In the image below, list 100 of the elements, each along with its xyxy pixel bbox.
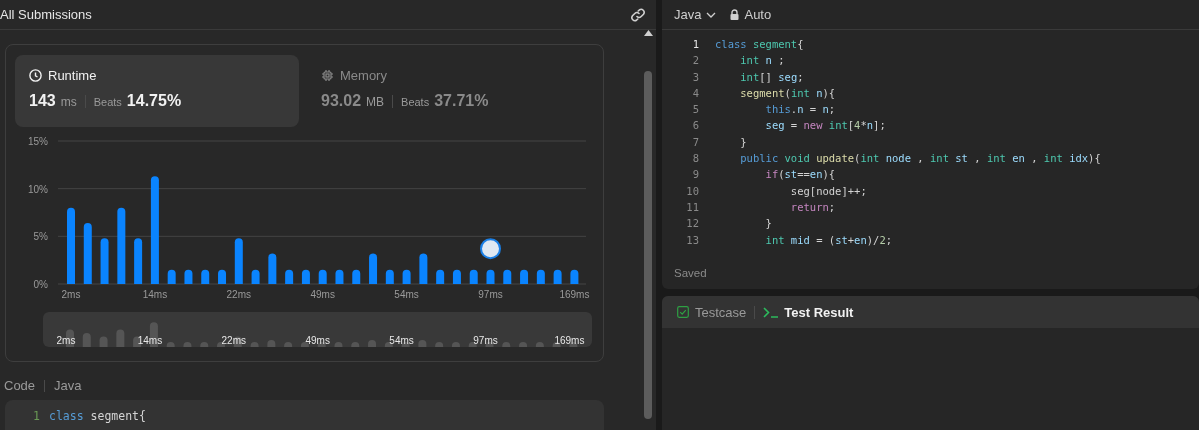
- save-status: Saved: [673, 267, 708, 281]
- beats-percent: 37.71%: [434, 92, 489, 110]
- bar[interactable]: [335, 269, 344, 284]
- code-line: class segment{: [715, 37, 804, 52]
- chevron-down-icon: [706, 11, 717, 18]
- link-icon[interactable]: [630, 6, 646, 23]
- axis-label: 169ms: [559, 289, 590, 300]
- axis-label: 54ms: [394, 289, 419, 300]
- bar[interactable]: [234, 238, 243, 284]
- navigator-label: 14ms: [137, 335, 163, 346]
- line-number: 13: [685, 232, 700, 248]
- code-line: public void update(int node , int st , int en , int idx){: [739, 151, 1101, 167]
- avatar: [480, 238, 501, 260]
- code-line: this.n = n;: [764, 102, 836, 118]
- language-label: Java: [54, 378, 82, 393]
- bar[interactable]: [318, 269, 327, 284]
- bar[interactable]: [83, 223, 92, 284]
- bar[interactable]: [570, 269, 579, 284]
- scroll-up-arrow-icon: [643, 30, 653, 36]
- bar[interactable]: [201, 269, 210, 284]
- line-number: 5: [691, 102, 700, 118]
- bar[interactable]: [251, 269, 260, 284]
- line-number: 2: [691, 53, 700, 69]
- clock-icon: [29, 69, 42, 82]
- code-line: int mid = (st+en)/2;: [764, 232, 893, 248]
- bar[interactable]: [134, 238, 143, 284]
- beats-label: Beats: [401, 96, 430, 108]
- bar[interactable]: [150, 176, 159, 284]
- stat-unit: MB: [366, 95, 385, 109]
- axis-label: 10%: [28, 183, 48, 195]
- bar[interactable]: [218, 269, 226, 284]
- stat-unit: ms: [60, 95, 77, 109]
- code-line: seg = new int[4*n];: [764, 118, 886, 134]
- bar[interactable]: [419, 253, 428, 284]
- line-number: 3: [691, 69, 700, 85]
- code-line: }: [764, 216, 772, 232]
- terminal-icon: [763, 306, 779, 318]
- stat-tab[interactable]: Runtime 143 ms Beats 14.75%: [15, 55, 299, 127]
- line-number: 1: [32, 409, 41, 423]
- code-line: seg[node]++;: [789, 183, 867, 199]
- axis-label: 49ms: [310, 289, 335, 300]
- bar[interactable]: [301, 269, 310, 284]
- code-line: if(st==en){: [764, 167, 836, 183]
- code-line: class segment{: [49, 409, 146, 423]
- navigator-label: 22ms: [221, 335, 247, 346]
- bar[interactable]: [352, 269, 361, 284]
- bar[interactable]: [520, 269, 529, 284]
- bar[interactable]: [553, 269, 562, 284]
- line-number: 1: [691, 37, 700, 52]
- axis-label: 15%: [28, 136, 48, 147]
- line-number: 7: [691, 134, 700, 150]
- navigator-label: 169ms: [554, 335, 585, 346]
- panel-title: All Submissions: [0, 7, 92, 22]
- bar[interactable]: [436, 269, 445, 284]
- bar[interactable]: [268, 253, 277, 284]
- navigator-label: 54ms: [389, 335, 414, 346]
- code-line: int[] seg;: [739, 69, 804, 85]
- stat-value: 143: [29, 92, 56, 110]
- bar[interactable]: [452, 269, 461, 284]
- bar[interactable]: [536, 269, 545, 284]
- bar[interactable]: [486, 269, 495, 284]
- navigator-label: 2ms: [56, 335, 76, 346]
- code-line: segment(int n){: [739, 85, 836, 101]
- axis-label: 14ms: [142, 289, 168, 300]
- axis-label: 0%: [33, 279, 48, 290]
- checkbox-icon: [677, 306, 689, 318]
- bar[interactable]: [184, 269, 193, 284]
- bar[interactable]: [369, 253, 378, 284]
- bar[interactable]: [402, 269, 411, 284]
- axis-label: 5%: [33, 231, 48, 243]
- mode-label: Auto: [744, 7, 772, 22]
- language-dropdown[interactable]: Java: [674, 7, 717, 22]
- line-number: 6: [691, 118, 700, 134]
- stat-label: Runtime: [48, 68, 97, 83]
- line-number: 12: [685, 216, 700, 232]
- axis-label: 2ms: [61, 289, 81, 300]
- bar[interactable]: [285, 269, 294, 284]
- code-line: return;: [789, 199, 836, 215]
- line-number: 11: [685, 199, 700, 215]
- panel-tab[interactable]: Test Result: [763, 304, 854, 320]
- line-number: 10: [685, 183, 700, 199]
- line-number: 4: [691, 85, 700, 101]
- code-line: int n ;: [739, 53, 785, 69]
- bar[interactable]: [503, 269, 512, 284]
- chip-icon: [321, 69, 334, 82]
- bar[interactable]: [469, 269, 478, 284]
- bar[interactable]: [385, 269, 394, 284]
- section-label: Code: [4, 378, 36, 393]
- scrollbar-thumb[interactable]: [644, 71, 652, 419]
- navigator-label: 97ms: [473, 335, 498, 346]
- range-navigator[interactable]: 2ms 14ms 22ms 49ms 54ms 97ms 169ms: [43, 312, 592, 347]
- bar[interactable]: [100, 238, 109, 284]
- stat-label: Memory: [340, 68, 387, 83]
- stat-tab[interactable]: Memory 93.02 MB Beats 37.71%: [307, 55, 591, 127]
- lock-icon: [730, 9, 740, 20]
- axis-label: 22ms: [226, 289, 252, 300]
- panel-tab[interactable]: Testcase: [677, 304, 747, 320]
- bar[interactable]: [167, 269, 176, 284]
- bar[interactable]: [117, 207, 126, 284]
- beats-percent: 14.75%: [126, 92, 182, 110]
